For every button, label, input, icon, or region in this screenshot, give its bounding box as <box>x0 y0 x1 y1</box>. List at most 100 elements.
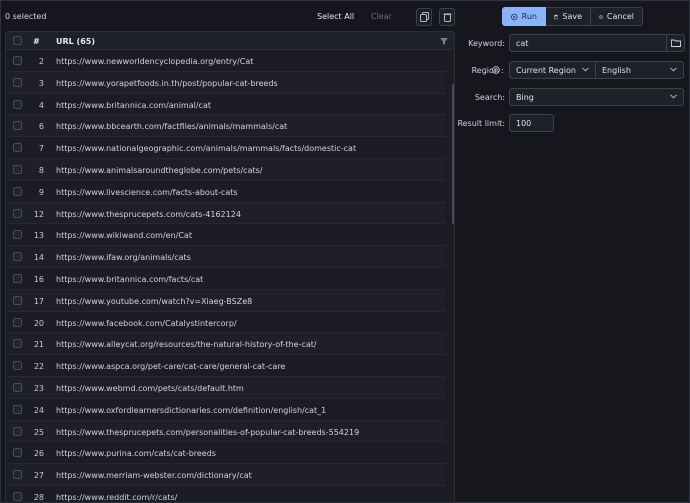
select-all-button[interactable]: Select All <box>317 12 354 21</box>
row-checkbox[interactable] <box>13 361 22 371</box>
select-all-checkbox[interactable] <box>13 36 22 45</box>
cancel-button[interactable]: Cancel <box>591 7 643 26</box>
language-value: English <box>602 65 631 75</box>
table-row[interactable]: 17 https://www.youtube.com/watch?v=Xiaeg-… <box>6 289 446 312</box>
keyword-input[interactable]: cat <box>509 34 667 52</box>
row-number: 4 <box>38 100 44 110</box>
run-button[interactable]: Run <box>502 7 546 26</box>
open-folder-button[interactable] <box>666 34 685 52</box>
keyword-value: cat <box>516 38 529 48</box>
save-button[interactable]: Save <box>546 7 591 26</box>
row-number: 7 <box>38 144 44 154</box>
row-number: 25 <box>33 427 44 437</box>
row-checkbox[interactable] <box>13 273 22 283</box>
table-row[interactable]: 21 https://www.alleycat.org/resources/the… <box>6 333 446 356</box>
row-number: 21 <box>33 340 44 350</box>
table-row[interactable]: 6 https://www.bbcearth.com/factfiles/anim… <box>6 115 446 138</box>
table-row[interactable]: 12 https://www.thesprucepets.com/cats-416… <box>6 202 446 225</box>
row-number: 26 <box>33 449 44 459</box>
row-checkbox[interactable] <box>13 382 22 392</box>
row-checkbox[interactable] <box>13 491 22 501</box>
clear-button[interactable]: Clear <box>371 12 392 21</box>
table-row[interactable]: 20 https://www.facebook.com/Catalystinter… <box>6 311 446 334</box>
table-row[interactable]: 28 https://www.reddit.com/r/cats/ <box>6 485 446 502</box>
row-url: https://www.britannica.com/animal/cat <box>56 100 211 110</box>
row-url: https://www.animalsaroundtheglobe.com/pe… <box>56 165 263 175</box>
row-checkbox[interactable] <box>13 186 22 196</box>
region-select[interactable]: Current Region <box>509 61 596 79</box>
result-limit-input[interactable]: 100 <box>509 114 554 132</box>
row-url: https://www.facebook.com/Catalystinterco… <box>56 318 237 328</box>
row-checkbox[interactable] <box>13 208 22 218</box>
row-url: https://www.yorapetfoods.in.th/post/popu… <box>56 78 278 88</box>
filter-icon[interactable] <box>440 38 448 45</box>
table-row[interactable]: 7 https://www.nationalgeographic.com/anim… <box>6 137 446 159</box>
row-checkbox[interactable] <box>13 339 22 349</box>
language-select[interactable]: English <box>595 61 684 79</box>
row-number: 28 <box>33 492 44 502</box>
column-header-url[interactable]: URL (65) <box>56 37 95 46</box>
row-url: https://www.britannica.com/facts/cat <box>56 274 204 284</box>
copy-button[interactable] <box>416 8 432 26</box>
row-url: https://www.bbcearth.com/factfiles/anima… <box>56 122 288 132</box>
save-label: Save <box>562 12 582 21</box>
table-row[interactable]: 8 https://www.animalsaroundtheglobe.com/p… <box>6 158 446 181</box>
row-checkbox[interactable] <box>13 143 22 153</box>
row-number: 6 <box>38 122 44 132</box>
row-checkbox[interactable] <box>13 295 22 305</box>
table-row[interactable]: 22 https://www.aspca.org/pet-care/cat-car… <box>6 355 446 377</box>
table-row[interactable]: 13 https://www.wikiwand.com/en/Cat <box>6 224 446 247</box>
row-number: 13 <box>33 231 44 241</box>
info-icon[interactable] <box>492 66 500 74</box>
row-number: 24 <box>33 405 44 415</box>
table-row[interactable]: 16 https://www.britannica.com/facts/cat <box>6 267 446 290</box>
table-row[interactable]: 26 https://www.purina.com/cats/cat-breeds <box>6 442 446 465</box>
row-url: https://www.wikiwand.com/en/Cat <box>56 231 192 241</box>
row-url: https://www.purina.com/cats/cat-breeds <box>56 449 216 459</box>
table-scrollbar[interactable] <box>452 84 454 224</box>
result-limit-value: 100 <box>516 118 532 128</box>
row-number: 22 <box>33 362 44 372</box>
column-header-number[interactable]: # <box>33 37 40 46</box>
search-engine-select[interactable]: Bing <box>509 88 684 106</box>
chevron-down-icon <box>582 67 589 72</box>
row-url: https://www.alleycat.org/resources/the-n… <box>56 340 317 350</box>
row-url: https://www.nationalgeographic.com/anima… <box>56 144 357 154</box>
table-row[interactable]: 23 https://www.webmd.com/pets/cats/defaul… <box>6 376 446 399</box>
row-url: https://www.reddit.com/r/cats/ <box>56 492 178 502</box>
row-checkbox[interactable] <box>13 426 22 436</box>
table-row[interactable]: 27 https://www.merriam-webster.com/dictio… <box>6 464 446 486</box>
keyword-label: Keyword: <box>468 39 505 48</box>
row-checkbox[interactable] <box>13 99 22 109</box>
row-number: 8 <box>38 165 44 175</box>
row-url: https://www.merriam-webster.com/dictiona… <box>56 471 252 481</box>
row-number: 9 <box>38 187 44 197</box>
table-row[interactable]: 3 https://www.yorapetfoods.in.th/post/pop… <box>6 71 446 94</box>
folder-icon <box>670 39 681 47</box>
chevron-down-icon <box>670 94 677 99</box>
row-url: https://www.ifaw.org/animals/cats <box>56 253 191 263</box>
row-checkbox[interactable] <box>13 317 22 327</box>
row-checkbox[interactable] <box>13 164 22 174</box>
row-checkbox[interactable] <box>13 121 22 131</box>
chevron-down-icon <box>670 67 677 72</box>
table-row[interactable]: 2 https://www.newworldencyclopedia.org/en… <box>6 50 446 72</box>
row-checkbox[interactable] <box>13 230 22 240</box>
table-row[interactable]: 25 https://www.thesprucepets.com/personal… <box>6 420 446 443</box>
delete-button[interactable] <box>439 8 455 26</box>
cancel-label: Cancel <box>606 12 634 21</box>
table-row[interactable]: 4 https://www.britannica.com/animal/cat <box>6 93 446 116</box>
row-number: 2 <box>38 57 44 66</box>
table-row[interactable]: 14 https://www.ifaw.org/animals/cats <box>6 246 446 268</box>
row-checkbox[interactable] <box>13 404 22 414</box>
row-checkbox[interactable] <box>13 252 22 262</box>
row-checkbox[interactable] <box>13 448 22 458</box>
action-toolbar: Run Save Cancel <box>502 7 643 26</box>
row-checkbox[interactable] <box>13 470 22 480</box>
row-checkbox[interactable] <box>13 77 22 87</box>
table-row[interactable]: 9 https://www.livescience.com/facts-about… <box>6 180 446 203</box>
table-body: 2 https://www.newworldencyclopedia.org/en… <box>6 50 446 502</box>
row-url: https://www.oxfordlearnersdictionaries.c… <box>56 405 327 415</box>
row-checkbox[interactable] <box>13 56 22 65</box>
table-row[interactable]: 24 https://www.oxfordlearnersdictionaries… <box>6 398 446 421</box>
